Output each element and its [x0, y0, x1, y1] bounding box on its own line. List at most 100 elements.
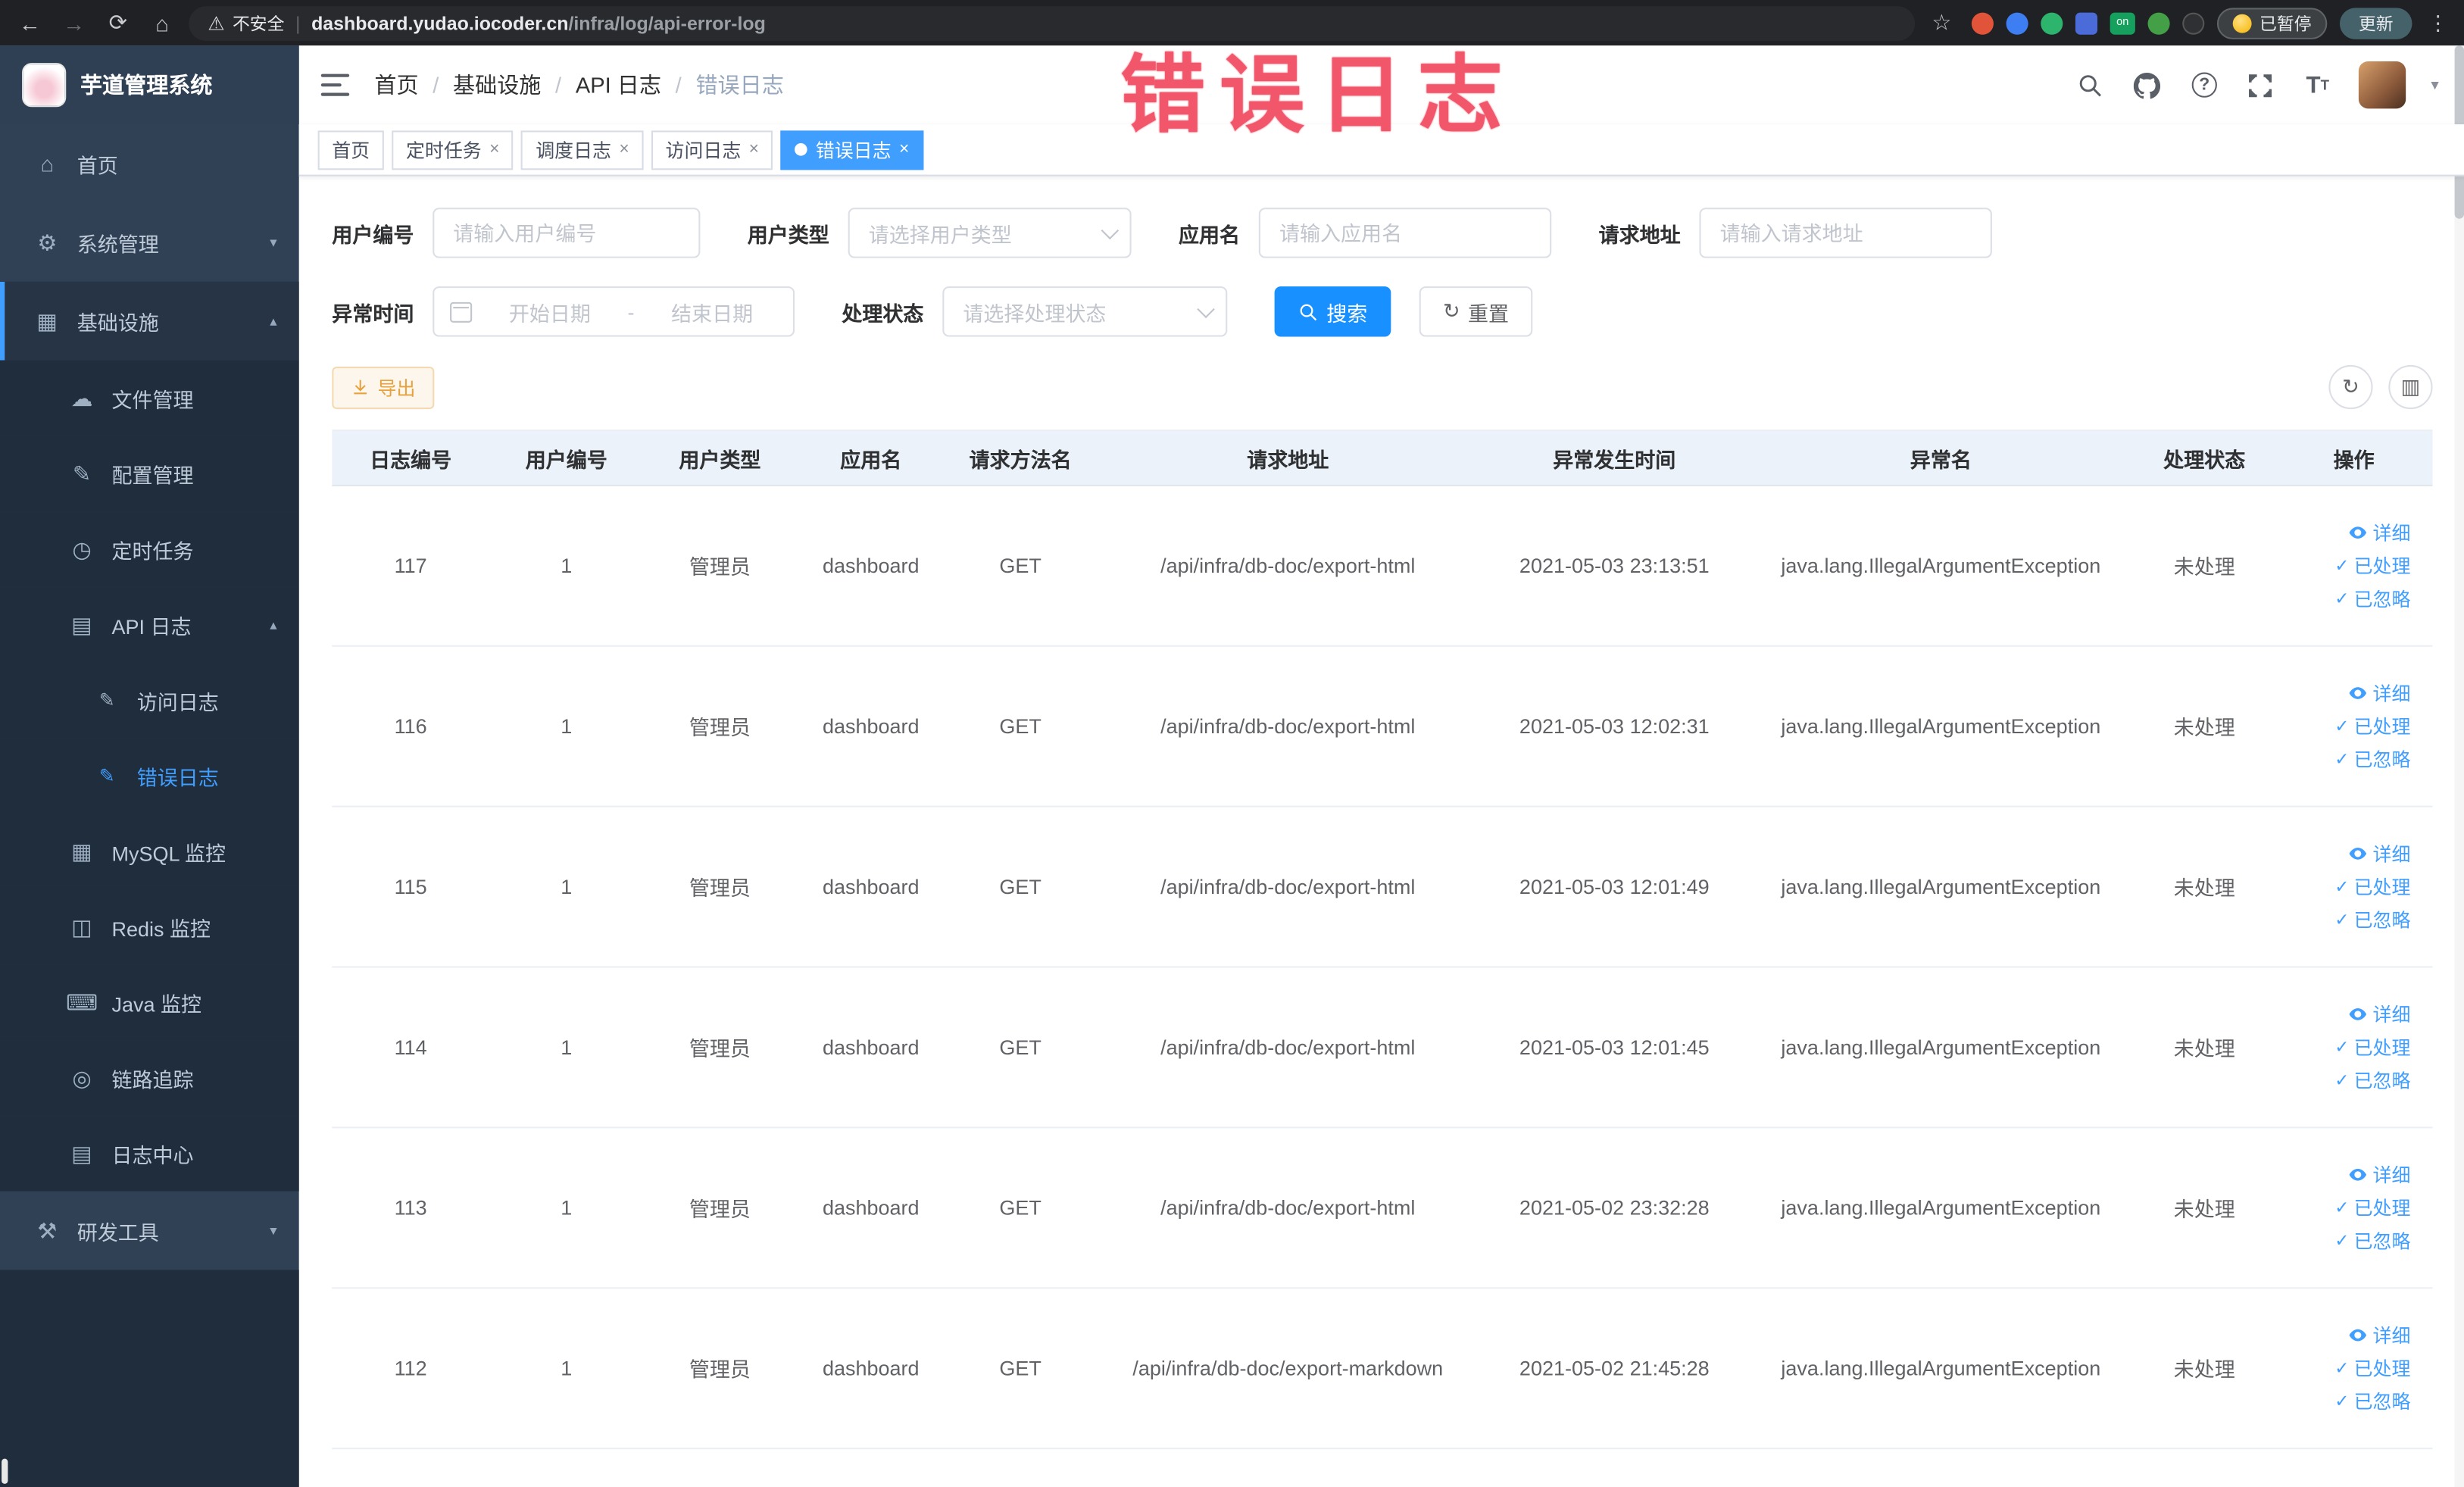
- detail-link[interactable]: 详细: [2347, 840, 2410, 867]
- mark-ignored-link[interactable]: ✓ 已忽略: [2334, 746, 2410, 773]
- app-name-input[interactable]: [1258, 208, 1552, 258]
- breadcrumb-home[interactable]: 首页: [374, 69, 418, 101]
- breadcrumb: 首页 / 基础设施 / API 日志 / 错误日志: [374, 69, 783, 101]
- refresh-table-button[interactable]: ↻: [2328, 364, 2373, 410]
- sidebar-item-system-mgmt[interactable]: ⚙ 系统管理 ▾: [0, 203, 299, 282]
- filter-label: 用户类型: [747, 222, 829, 247]
- sidebar-item-api-logs[interactable]: ▤ API 日志 ▴: [0, 586, 299, 663]
- exception-time-range-picker[interactable]: 开始日期 - 结束日期: [433, 286, 795, 337]
- sidebar-item-java-monitor[interactable]: ⌨ Java 监控: [0, 964, 299, 1041]
- extensions-puzzle-icon[interactable]: [2075, 11, 2098, 34]
- tab-dispatch-log[interactable]: 调度日志 ×: [521, 130, 644, 170]
- sidebar-item-access-log[interactable]: ✎ 访问日志: [0, 662, 299, 739]
- user-avatar[interactable]: [2358, 61, 2406, 109]
- mark-ignored-link[interactable]: ✓ 已忽略: [2334, 1067, 2410, 1093]
- detail-link[interactable]: 详细: [2347, 520, 2410, 546]
- search-icon[interactable]: [2075, 69, 2107, 101]
- extension-icon-6[interactable]: [2182, 11, 2205, 34]
- sidebar-item-file-mgmt[interactable]: ☁ 文件管理: [0, 360, 299, 436]
- close-icon[interactable]: ×: [489, 140, 499, 158]
- filter-label: 用户编号: [332, 222, 414, 247]
- column-settings-button[interactable]: ▥: [2388, 364, 2433, 410]
- app-logo[interactable]: 芋道管理系统: [0, 45, 299, 125]
- extension-icon-1[interactable]: [1971, 11, 1994, 34]
- eye-icon: [2349, 526, 2367, 539]
- mark-ignored-link[interactable]: ✓ 已忽略: [2334, 1388, 2410, 1414]
- extension-icon-5[interactable]: [2147, 11, 2170, 34]
- help-icon[interactable]: ?: [2188, 69, 2220, 101]
- extension-icon-2[interactable]: [2006, 11, 2028, 34]
- mark-processed-link[interactable]: ✓ 已处理: [2334, 713, 2410, 739]
- browser-reload-button[interactable]: ⟳: [101, 5, 136, 40]
- extension-icon-3[interactable]: [2041, 11, 2063, 34]
- mark-processed-link[interactable]: ✓ 已处理: [2334, 1195, 2410, 1221]
- extension-icon-on[interactable]: on: [2110, 11, 2135, 34]
- avatar-caret-icon[interactable]: ▾: [2431, 77, 2438, 94]
- detail-link[interactable]: 详细: [2347, 1001, 2410, 1027]
- process-status-select[interactable]: 请选择处理状态: [942, 286, 1228, 337]
- tab-access-log[interactable]: 访问日志 ×: [651, 130, 773, 170]
- sidebar-item-infrastructure[interactable]: ▦ 基础设施 ▴: [0, 281, 299, 361]
- sidebar-item-redis-monitor[interactable]: ◫ Redis 监控: [0, 889, 299, 965]
- font-size-icon[interactable]: TT: [2302, 69, 2334, 101]
- detail-link[interactable]: 详细: [2347, 1161, 2410, 1188]
- tab-home[interactable]: 首页: [317, 130, 384, 170]
- close-icon[interactable]: ×: [619, 140, 629, 158]
- search-button[interactable]: 搜索: [1274, 286, 1391, 337]
- cell-status: 未处理: [2173, 555, 2235, 579]
- sidebar-item-log-center[interactable]: ▤ 日志中心: [0, 1115, 299, 1192]
- error-log-table: 日志编号 用户编号 用户类型 应用名 请求方法名 请求地址 异常发生时间 异常名…: [332, 430, 2433, 1450]
- mark-processed-link[interactable]: ✓ 已处理: [2334, 552, 2410, 579]
- browser-forward-button[interactable]: →: [57, 5, 92, 40]
- mark-ignored-link[interactable]: ✓ 已忽略: [2334, 586, 2410, 612]
- browser-back-button[interactable]: ←: [13, 5, 48, 40]
- cell-request-url: /api/infra/db-doc/export-html: [1160, 554, 1416, 578]
- sidebar-item-label: 研发工具: [77, 1220, 159, 1245]
- fullscreen-icon[interactable]: [2245, 69, 2277, 101]
- sidebar-collapse-button[interactable]: [320, 73, 350, 96]
- github-icon[interactable]: [2132, 69, 2164, 101]
- sidebar-item-mysql-monitor[interactable]: ▦ MySQL 监控: [0, 813, 299, 889]
- check-icon: ✓: [2334, 1232, 2350, 1251]
- sidebar-item-label: 日志中心: [111, 1143, 194, 1167]
- bookmark-star-icon[interactable]: ☆: [1925, 5, 1960, 40]
- user-type-select[interactable]: 请选择用户类型: [848, 208, 1132, 258]
- sidebar-item-trace[interactable]: ◎ 链路追踪: [0, 1040, 299, 1116]
- mark-ignored-link[interactable]: ✓ 已忽略: [2334, 1227, 2410, 1254]
- sidebar-scrollbar-thumb[interactable]: [2, 1458, 8, 1484]
- tab-scheduled-jobs[interactable]: 定时任务 ×: [392, 130, 514, 170]
- mark-processed-link[interactable]: ✓ 已处理: [2334, 1355, 2410, 1382]
- browser-menu-icon[interactable]: ⋮: [2425, 11, 2451, 36]
- cell-log-id: 114: [394, 1035, 427, 1060]
- ignored-label: 已忽略: [2353, 909, 2411, 932]
- breadcrumb-infrastructure[interactable]: 基础设施: [453, 69, 541, 101]
- sidebar-item-error-log[interactable]: ✎ 错误日志: [0, 738, 299, 814]
- sidebar-item-dev-tools[interactable]: ⚒ 研发工具 ▾: [0, 1192, 299, 1270]
- security-chip[interactable]: ⚠ 不安全: [208, 11, 284, 36]
- breadcrumb-separator: /: [675, 72, 682, 98]
- address-bar[interactable]: ⚠ 不安全 | dashboard.yudao.iocoder.cn/infra…: [189, 5, 1916, 40]
- sidebar-item-scheduled-jobs[interactable]: ◷ 定时任务: [0, 511, 299, 587]
- close-icon[interactable]: ×: [749, 140, 759, 158]
- detail-link[interactable]: 详细: [2347, 679, 2410, 706]
- export-button[interactable]: 导出: [332, 365, 435, 409]
- reset-button[interactable]: ↻ 重置: [1419, 286, 1533, 337]
- mark-processed-link[interactable]: ✓ 已处理: [2334, 1034, 2410, 1061]
- detail-link[interactable]: 详细: [2347, 1322, 2410, 1348]
- cell-app-name: dashboard: [822, 1195, 920, 1220]
- page-scrollbar[interactable]: [2454, 45, 2464, 1487]
- tab-error-log[interactable]: 错误日志 ×: [781, 130, 924, 170]
- breadcrumb-api-logs[interactable]: API 日志: [576, 69, 661, 101]
- paused-badge[interactable]: 已暂停: [2216, 7, 2328, 39]
- mark-processed-link[interactable]: ✓ 已处理: [2334, 873, 2410, 900]
- detail-label: 详细: [2372, 1164, 2411, 1187]
- close-icon[interactable]: ×: [899, 140, 909, 158]
- browser-update-button[interactable]: 更新: [2339, 7, 2412, 39]
- mark-ignored-link[interactable]: ✓ 已忽略: [2334, 907, 2410, 933]
- user-id-input[interactable]: [433, 208, 701, 258]
- sidebar-item-home[interactable]: ⌂ 首页: [0, 124, 299, 203]
- cell-app-name: dashboard: [822, 714, 920, 739]
- request-url-input[interactable]: [1699, 208, 1992, 258]
- sidebar-item-config-mgmt[interactable]: ✎ 配置管理: [0, 436, 299, 512]
- browser-home-button[interactable]: ⌂: [145, 5, 180, 40]
